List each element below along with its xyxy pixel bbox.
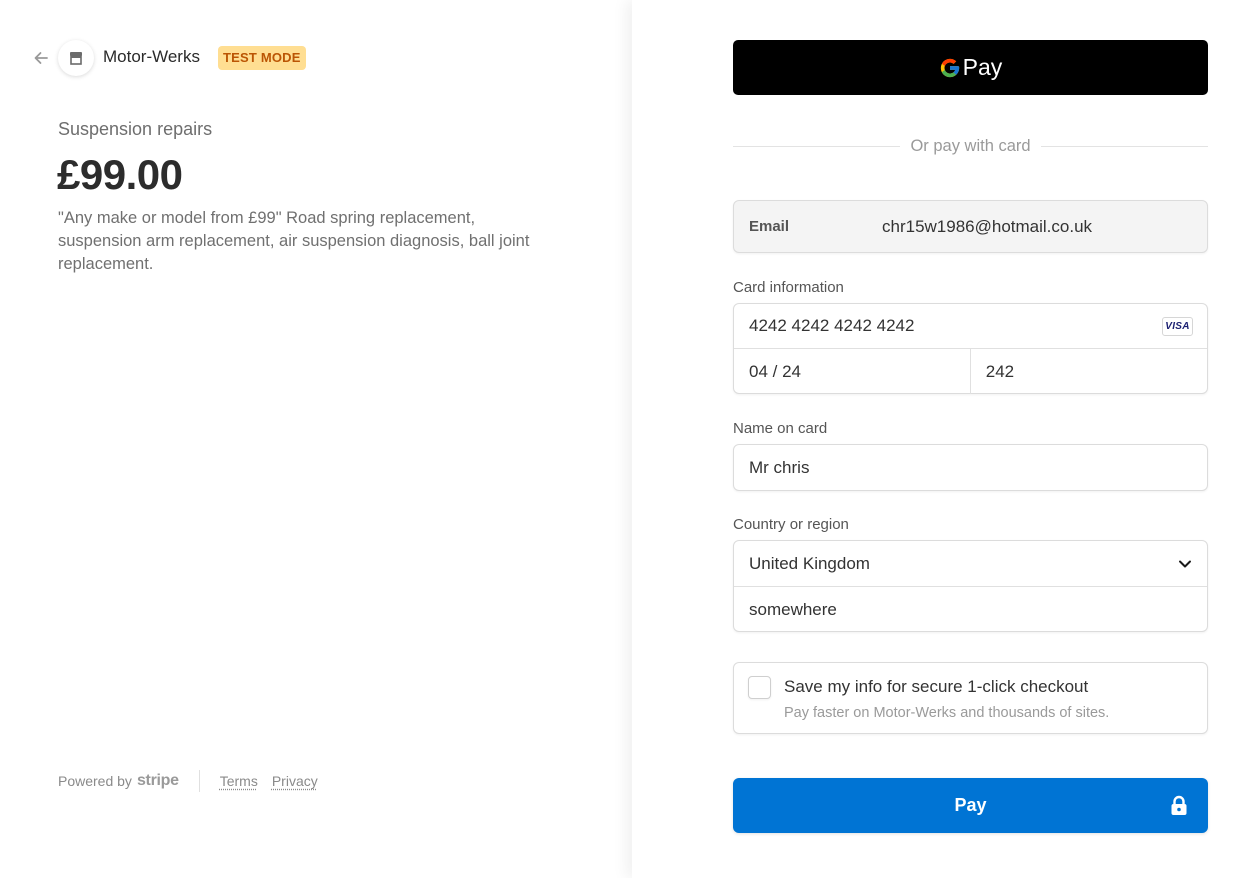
postal-code-value: somewhere	[749, 599, 837, 619]
name-on-card-label: Name on card	[733, 420, 828, 437]
card-expiry-field[interactable]: 04 / 24	[734, 349, 971, 394]
email-value: chr15w1986@hotmail.co.uk	[882, 216, 1093, 236]
save-info-card[interactable]: Save my info for secure 1-click checkout…	[733, 662, 1208, 734]
pay-button-label: Pay	[954, 795, 987, 815]
save-info-checkbox[interactable]	[748, 676, 771, 699]
card-information-group: 4242 4242 4242 4242 VISA 04 / 24 242	[733, 303, 1208, 394]
visa-icon: VISA	[1162, 317, 1193, 336]
postal-code-field[interactable]: somewhere	[734, 587, 1207, 632]
card-expiry-value: 04 / 24	[749, 361, 801, 381]
product-name: Suspension repairs	[58, 119, 213, 139]
pay-button[interactable]: Pay	[733, 778, 1208, 833]
google-g-icon	[940, 58, 959, 77]
card-cvc-value: 242	[985, 361, 1015, 381]
payment-pane: Pay Or pay with card Email chr15w1986@ho…	[632, 0, 1255, 878]
divider-text: Or pay with card	[910, 136, 1031, 155]
country-label: Country or region	[733, 516, 849, 533]
product-description: "Any make or model from £99" Road spring…	[58, 209, 530, 273]
privacy-link[interactable]: Privacy	[272, 773, 318, 789]
merchant-name: Motor-Werks	[103, 47, 200, 66]
footer: Powered by stripe Terms Privacy	[58, 770, 332, 792]
email-label: Email	[749, 218, 790, 235]
footer-divider	[198, 770, 200, 792]
chevron-down-icon	[1179, 560, 1191, 568]
card-cvc-field[interactable]: 242	[971, 349, 1207, 394]
back-arrow-icon[interactable]	[31, 48, 51, 68]
powered-by-text: Powered by	[58, 773, 132, 789]
card-information-label: Card information	[733, 279, 844, 296]
save-info-title: Save my info for secure 1-click checkout	[784, 677, 1089, 696]
divider-line-left	[733, 145, 901, 147]
country-select[interactable]: United Kingdom	[734, 541, 1207, 587]
google-pay-label: Pay	[962, 54, 1003, 80]
lock-icon	[1171, 795, 1187, 815]
order-summary-pane: Motor-Werks TEST MODE Suspension repairs…	[0, 0, 632, 878]
powered-by-stripe[interactable]: Powered by stripe	[58, 772, 179, 790]
google-pay-button[interactable]: Pay	[733, 40, 1208, 95]
store-icon	[70, 52, 82, 65]
pay-with-card-divider: Or pay with card	[733, 134, 1208, 158]
country-selected-value: United Kingdom	[749, 553, 870, 573]
save-info-subtitle: Pay faster on Motor-Werks and thousands …	[784, 705, 1110, 721]
divider-line-right	[1040, 145, 1208, 147]
card-expiry-cvc-row: 04 / 24 242	[734, 349, 1207, 394]
terms-link[interactable]: Terms	[220, 773, 258, 789]
test-mode-badge: TEST MODE	[218, 46, 306, 70]
email-field[interactable]: Email chr15w1986@hotmail.co.uk	[733, 200, 1208, 253]
name-on-card-field[interactable]: Mr chris	[733, 444, 1208, 491]
card-number-value: 4242 4242 4242 4242	[749, 316, 915, 335]
name-on-card-value: Mr chris	[749, 457, 810, 477]
country-group: United Kingdom somewhere	[733, 540, 1208, 632]
stripe-logo: stripe	[136, 772, 179, 789]
product-price: £99.00	[57, 151, 183, 198]
card-number-field[interactable]: 4242 4242 4242 4242 VISA	[734, 304, 1207, 349]
merchant-logo	[58, 40, 94, 76]
